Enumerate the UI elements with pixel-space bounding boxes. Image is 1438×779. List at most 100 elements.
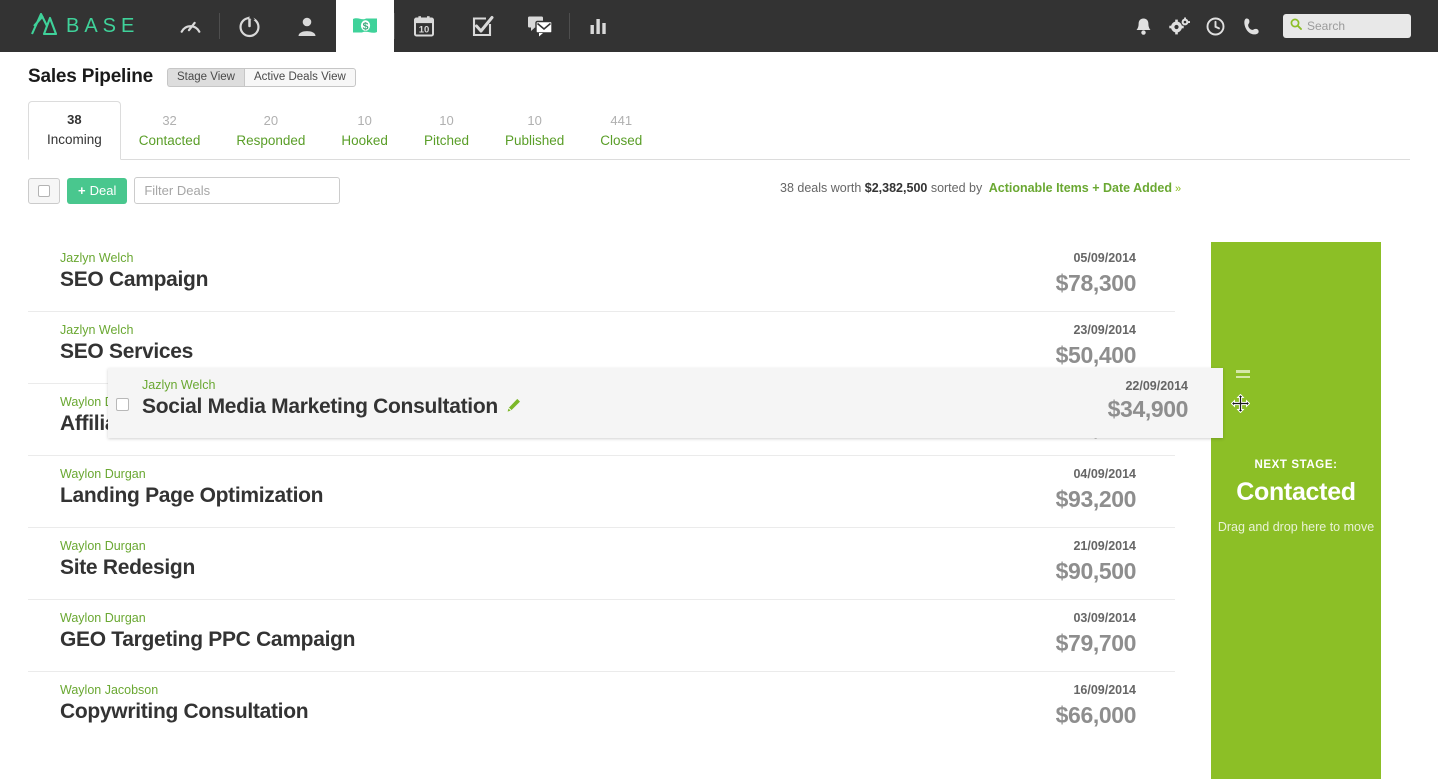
nav-reports-bar-icon[interactable] xyxy=(570,0,628,52)
deal-name[interactable]: SEO Services xyxy=(60,340,1175,364)
pencil-edit-icon[interactable] xyxy=(506,395,521,419)
dropzone-content: NEXT STAGE: Contacted Drag and drop here… xyxy=(1218,459,1374,534)
deal-row[interactable]: Jazlyn Welch SEO Campaign 05/09/2014 $78,30… xyxy=(28,240,1175,312)
active-deals-view-button[interactable]: Active Deals View xyxy=(244,68,356,87)
move-cursor-icon xyxy=(1231,394,1250,418)
deal-row[interactable]: Waylon Durgan GEO Targeting PPC Campaign 0… xyxy=(28,600,1175,672)
deal-owner[interactable]: Waylon Durgan xyxy=(60,611,1175,625)
nav-money-deals-icon[interactable]: $ xyxy=(336,0,394,52)
clock-help-icon[interactable] xyxy=(1197,17,1233,36)
deal-owner[interactable]: Waylon Jacobson xyxy=(60,683,1175,697)
filter-deals-input[interactable] xyxy=(134,177,340,204)
dragged-deal-checkbox[interactable] xyxy=(116,398,129,411)
brand-logo[interactable]: BASE xyxy=(0,0,161,52)
deal-owner[interactable]: Jazlyn Welch xyxy=(60,323,1175,337)
nav-tasks-check-icon[interactable] xyxy=(453,0,511,52)
view-toggle: Stage View Active Deals View xyxy=(167,68,356,87)
deal-owner[interactable]: Waylon Durgan xyxy=(60,467,1175,481)
nav-messages-icon[interactable] xyxy=(511,0,569,52)
phone-icon[interactable] xyxy=(1233,17,1269,36)
stage-tab-responded[interactable]: 20Responded xyxy=(218,103,323,160)
search-input[interactable] xyxy=(1307,19,1404,33)
search-icon xyxy=(1290,17,1302,35)
deal-row[interactable]: Waylon Durgan Site Redesign 21/09/2014 $90,… xyxy=(28,528,1175,600)
deal-date: 16/09/2014 xyxy=(1073,683,1136,697)
brand-name: BASE xyxy=(66,15,139,38)
nav-power-leads-icon[interactable] xyxy=(220,0,278,52)
stage-tab-incoming[interactable]: 38Incoming xyxy=(28,101,121,160)
navbar-left-group: BASE $ xyxy=(0,0,628,52)
summary-prefix: 38 deals worth xyxy=(780,181,865,195)
base-logo-icon xyxy=(30,13,57,40)
add-deal-button[interactable]: + Deal xyxy=(67,178,127,204)
stage-tab-count: 32 xyxy=(139,112,201,131)
nav-dashboard-gauge-icon[interactable] xyxy=(161,0,219,52)
deal-amount: $78,300 xyxy=(1056,270,1136,297)
deal-name[interactable]: Copywriting Consultation xyxy=(60,700,1175,724)
stage-tab-name: Incoming xyxy=(47,130,102,150)
bell-notifications-icon[interactable] xyxy=(1125,17,1161,36)
page-header: Sales Pipeline Stage View Active Deals V… xyxy=(28,52,1410,88)
dropzone-stage-name: Contacted xyxy=(1218,478,1374,507)
next-stage-dropzone[interactable]: NEXT STAGE: Contacted Drag and drop here… xyxy=(1211,242,1381,779)
sort-by-link[interactable]: Actionable Items + Date Added xyxy=(989,181,1172,195)
deal-amount: $90,500 xyxy=(1056,558,1136,585)
stage-tab-closed[interactable]: 441Closed xyxy=(582,103,660,160)
deals-summary: 38 deals worth $2,382,500 sorted by Acti… xyxy=(780,181,1181,195)
stage-tab-contacted[interactable]: 32Contacted xyxy=(121,103,219,160)
drag-handle-icon[interactable] xyxy=(1236,370,1250,381)
deal-row[interactable]: Waylon Jacobson Copywriting Consultation 1… xyxy=(28,672,1175,744)
svg-text:$: $ xyxy=(363,21,369,33)
dragged-deal-name-row: Social Media Marketing Consultation xyxy=(142,395,1223,419)
deals-list: Jazlyn Welch SEO Campaign 05/09/2014 $78,30… xyxy=(28,240,1410,744)
dropzone-label: NEXT STAGE: xyxy=(1218,459,1374,471)
stage-tab-name: Contacted xyxy=(139,131,201,151)
deal-owner[interactable]: Jazlyn Welch xyxy=(60,251,1175,265)
deal-row[interactable]: Waylon Durgan Landing Page Optimization 04… xyxy=(28,456,1175,528)
stage-tab-name: Hooked xyxy=(341,131,388,151)
stage-tab-name: Responded xyxy=(236,131,305,151)
dragged-deal-owner: Jazlyn Welch xyxy=(142,378,1223,392)
deal-owner[interactable]: Waylon Durgan xyxy=(60,539,1175,553)
stage-tab-name: Closed xyxy=(600,131,642,151)
navbar-right-group xyxy=(1125,0,1438,52)
gears-settings-icon[interactable] xyxy=(1161,17,1197,36)
stage-tab-count: 441 xyxy=(600,112,642,131)
deal-name[interactable]: GEO Targeting PPC Campaign xyxy=(60,628,1175,652)
dragged-deal-date: 22/09/2014 xyxy=(1125,379,1188,393)
stage-tab-count: 38 xyxy=(47,111,102,130)
deal-name[interactable]: Site Redesign xyxy=(60,556,1175,580)
deal-date: 21/09/2014 xyxy=(1073,539,1136,553)
nav-calendar-10-icon[interactable]: 10 xyxy=(395,0,453,52)
plus-icon: + xyxy=(78,183,86,198)
stage-tab-name: Published xyxy=(505,131,564,151)
stage-tab-count: 10 xyxy=(341,112,388,131)
deal-amount: $66,000 xyxy=(1056,702,1136,729)
chevron-double-down-icon[interactable]: » xyxy=(1175,183,1181,195)
stage-view-button[interactable]: Stage View xyxy=(167,68,244,87)
deals-toolbar: + Deal 38 deals worth $2,382,500 sorted … xyxy=(28,177,1410,204)
dragged-deal-name[interactable]: Social Media Marketing Consultation xyxy=(142,395,498,419)
deal-name[interactable]: SEO Campaign xyxy=(60,268,1175,292)
dropzone-hint: Drag and drop here to move xyxy=(1218,520,1374,534)
summary-total-amount: $2,382,500 xyxy=(865,181,928,195)
stage-tab-count: 20 xyxy=(236,112,305,131)
stage-tab-name: Pitched xyxy=(424,131,469,151)
stage-tab-count: 10 xyxy=(505,112,564,131)
nav-person-contacts-icon[interactable] xyxy=(278,0,336,52)
select-all-checkbox[interactable] xyxy=(28,178,60,204)
stage-tab-pitched[interactable]: 10Pitched xyxy=(406,103,487,160)
deal-date: 23/09/2014 xyxy=(1073,323,1136,337)
svg-text:10: 10 xyxy=(419,25,430,36)
dragged-deal-card[interactable]: Jazlyn Welch Social Media Marketing Cons… xyxy=(108,368,1223,438)
stage-tab-hooked[interactable]: 10Hooked xyxy=(323,103,406,160)
deal-name[interactable]: Landing Page Optimization xyxy=(60,484,1175,508)
deal-date: 04/09/2014 xyxy=(1073,467,1136,481)
search-box[interactable] xyxy=(1283,14,1411,38)
stage-tab-count: 10 xyxy=(424,112,469,131)
stage-tab-published[interactable]: 10Published xyxy=(487,103,582,160)
deal-date: 05/09/2014 xyxy=(1073,251,1136,265)
deal-date: 03/09/2014 xyxy=(1073,611,1136,625)
page-title: Sales Pipeline xyxy=(28,66,153,88)
add-deal-label: Deal xyxy=(90,183,117,198)
